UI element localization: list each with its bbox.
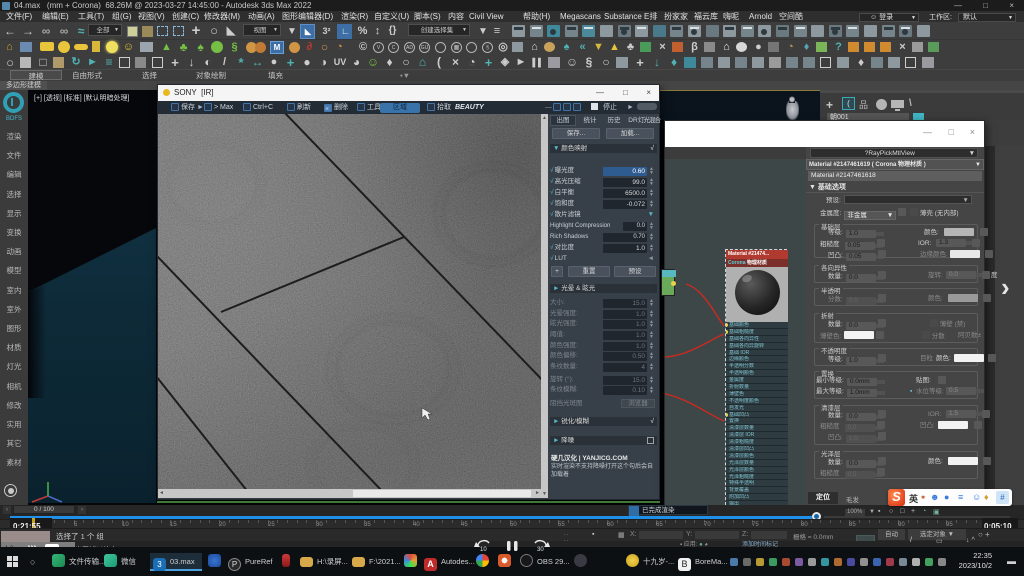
- svg-text:10: 10: [480, 547, 487, 553]
- svg-text:30: 30: [537, 547, 544, 553]
